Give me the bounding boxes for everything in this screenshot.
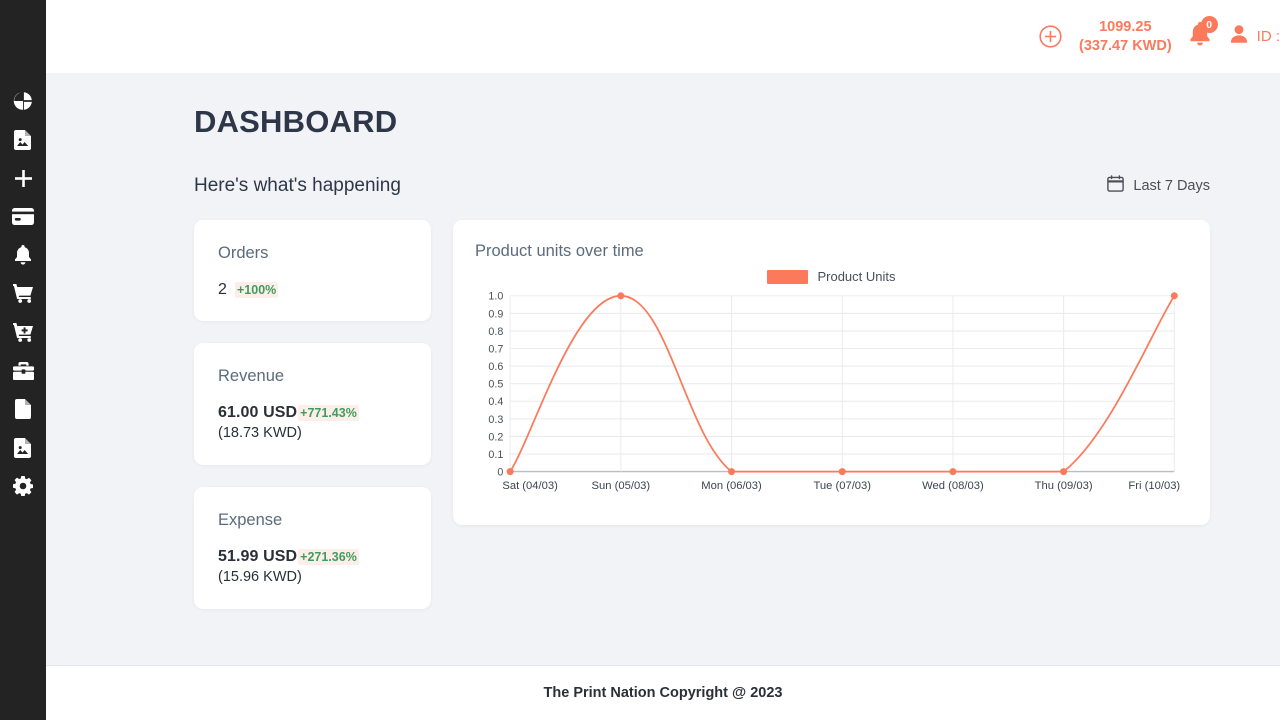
stat-delta-badge: +271.36% — [298, 549, 359, 565]
page-subtitle: Here's what's happening — [194, 175, 401, 196]
dashboard-app: 1099.25 (337.47 KWD) 0 ID: DASHBOARD He… — [0, 0, 1280, 720]
circle-plus-icon[interactable] — [1039, 25, 1062, 48]
svg-text:0: 0 — [497, 467, 503, 479]
svg-text:1.0: 1.0 — [488, 291, 503, 303]
chart-legend: Product Units — [475, 269, 1188, 284]
sidebar-item-media[interactable] — [0, 121, 46, 160]
sidebar-item-business[interactable] — [0, 352, 46, 391]
user-icon — [1228, 23, 1250, 50]
stat-card-orders[interactable]: Orders 2 +100% — [194, 220, 431, 321]
stat-title: Orders — [218, 244, 269, 262]
svg-text:0.4: 0.4 — [488, 396, 503, 408]
stat-card-expense[interactable]: Expense 51.99 USD +271.36% (15.96 KWD) — [194, 487, 431, 609]
svg-text:Wed (08/03): Wed (08/03) — [922, 480, 984, 492]
user-id-label: ID : — [1256, 28, 1280, 45]
sidebar-item-payments[interactable] — [0, 198, 46, 237]
date-range-picker[interactable]: Last 7 Days — [1107, 175, 1210, 197]
svg-text:0.2: 0.2 — [488, 431, 503, 443]
shopping-cart-icon — [12, 284, 34, 304]
stat-value: 51.99 USD — [218, 548, 298, 565]
date-range-label: Last 7 Days — [1133, 178, 1210, 194]
notification-count-badge: 0 — [1200, 16, 1218, 33]
svg-text:Tue (07/03): Tue (07/03) — [813, 480, 871, 492]
svg-text:0.6: 0.6 — [488, 361, 503, 373]
briefcase-icon — [12, 361, 34, 380]
sidebar-item-dashboard[interactable] — [0, 82, 46, 121]
stat-title: Expense — [218, 511, 283, 529]
plus-icon — [14, 169, 33, 188]
svg-text:0.1: 0.1 — [488, 449, 503, 461]
svg-text:0.5: 0.5 — [488, 379, 503, 391]
chart-plot[interactable]: 1.0 0.9 0.8 0.7 0.6 0.5 0.4 0.3 0.2 0.1 0 Sat (04/0… — [475, 288, 1188, 498]
chart-title: Product units over time — [475, 242, 644, 260]
sidebar-item-add[interactable] — [0, 159, 46, 198]
line-chart-svg: 1.0 0.9 0.8 0.7 0.6 0.5 0.4 0.3 0.2 0.1 0Sat (04/0… — [488, 291, 1180, 492]
dashboard-content: Orders 2 +100% Revenue 61.00 USD +771.43… — [194, 220, 1210, 635]
sidebar-item-documents[interactable] — [0, 390, 46, 429]
svg-text:Sun (05/03): Sun (05/03) — [592, 480, 651, 492]
footer-copyright: The Print Nation Copyright @ 2023 — [543, 685, 783, 701]
sidebar-item-settings[interactable] — [0, 467, 46, 506]
stat-delta-badge: +100% — [235, 282, 279, 298]
chart-card: Product units over time Product Units 1.… — [453, 220, 1210, 525]
user-account[interactable]: ID : — [1228, 23, 1280, 50]
bell-icon — [14, 245, 32, 265]
balance-primary: 1099.25 — [1099, 18, 1152, 35]
sidebar — [0, 0, 46, 720]
file-image-icon — [14, 437, 32, 458]
wallet-balance[interactable]: 1099.25 (337.47 KWD) — [1079, 18, 1172, 56]
pie-chart-icon — [13, 91, 33, 111]
page-title: DASHBOARD — [194, 104, 398, 139]
footer: The Print Nation Copyright @ 2023 — [46, 665, 1280, 720]
calendar-icon — [1107, 175, 1125, 197]
stat-title: Revenue — [218, 367, 285, 385]
svg-text:Thu (09/03): Thu (09/03) — [1035, 480, 1093, 492]
topbar: 1099.25 (337.47 KWD) 0 ID: — [46, 0, 1280, 73]
stat-card-revenue[interactable]: Revenue 61.00 USD +771.43% (18.73 KWD) — [194, 343, 431, 465]
credit-card-icon — [12, 208, 34, 226]
main-column: 1099.25 (337.47 KWD) 0 ID: DASHBOARD He… — [46, 0, 1280, 720]
stats-column: Orders 2 +100% Revenue 61.00 USD +771.43… — [194, 220, 431, 635]
gear-icon — [13, 476, 33, 497]
balance-secondary: (337.47 KWD) — [1078, 37, 1172, 54]
cart-plus-icon — [12, 322, 34, 342]
file-icon — [15, 399, 31, 420]
sidebar-item-images[interactable] — [0, 429, 46, 468]
file-image-icon — [14, 129, 32, 150]
main-content: DASHBOARD Here's what's happening Last 7… — [46, 73, 1280, 665]
sidebar-item-notifications[interactable] — [0, 236, 46, 275]
svg-text:Fri (10/03): Fri (10/03) — [1128, 480, 1180, 492]
svg-text:Mon (06/03): Mon (06/03) — [701, 480, 762, 492]
notifications-button[interactable]: 0 — [1189, 16, 1218, 51]
subtitle-row: Here's what's happening Last 7 Days — [194, 175, 1210, 197]
svg-text:Sat (04/03): Sat (04/03) — [502, 480, 558, 492]
legend-label: Product Units — [817, 269, 896, 284]
stat-subvalue: (18.73 KWD) — [218, 425, 302, 441]
svg-text:0.8: 0.8 — [488, 326, 503, 338]
stat-subvalue: (15.96 KWD) — [218, 569, 302, 585]
sidebar-item-orders[interactable] — [0, 275, 46, 314]
svg-text:0.3: 0.3 — [488, 414, 503, 426]
sidebar-item-new-order[interactable] — [0, 313, 46, 352]
legend-swatch — [767, 269, 809, 284]
stat-value: 2 — [218, 281, 227, 298]
svg-text:0.7: 0.7 — [488, 343, 503, 355]
stat-value: 61.00 USD — [218, 404, 298, 421]
svg-text:0.9: 0.9 — [488, 308, 503, 320]
stat-delta-badge: +771.43% — [298, 405, 359, 421]
